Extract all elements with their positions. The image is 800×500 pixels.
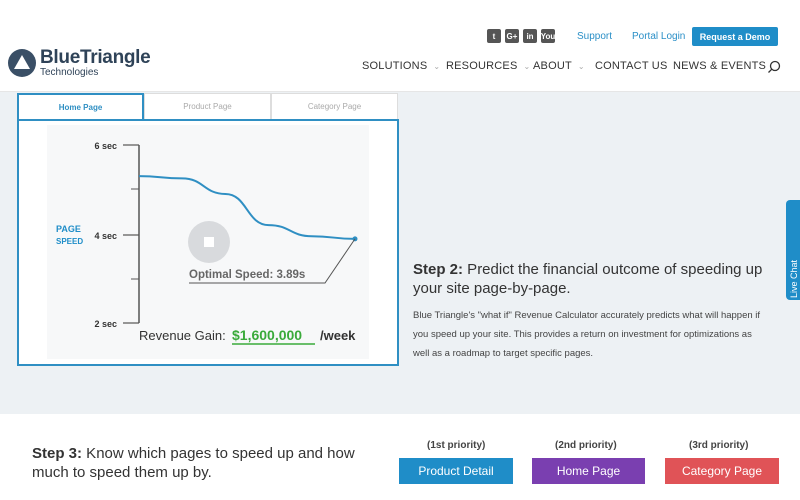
step-2-title: Predict the financial outcome of speedin…	[413, 261, 763, 297]
y-axis-label-sub: SPEED	[56, 237, 83, 246]
tab-product-page[interactable]: Product Page	[144, 93, 271, 120]
google-plus-icon[interactable]: G+	[505, 29, 519, 43]
revenue-unit: /week	[320, 328, 356, 343]
priority-1-button[interactable]: Product Detail	[399, 458, 513, 484]
revenue-calculator-section: Home Page Product Page Category Page 6 s…	[0, 92, 800, 414]
optimal-speed-label: Optimal Speed: 3.89s	[189, 269, 305, 281]
priority-2-label: (2nd priority)	[555, 440, 617, 451]
tick-label: 4 sec	[94, 231, 117, 241]
logo-name: BlueTriangle	[40, 47, 151, 68]
calculator-panel: Home Page Product Page Category Page 6 s…	[17, 92, 399, 366]
triangle-logo-icon	[8, 49, 36, 77]
tick-label: 2 sec	[94, 319, 117, 329]
search-icon[interactable]	[767, 60, 781, 74]
page-tabs: Home Page Product Page Category Page	[17, 93, 399, 120]
site-header: BlueTriangle Technologies t G+ in You Su…	[0, 0, 800, 92]
nav-resources-label: RESOURCES	[446, 60, 518, 72]
chart-area: 6 sec 4 sec 2 sec PAGE SPEED Optimal Spe…	[47, 125, 369, 359]
nav-news-label: NEWS & EVENTS	[673, 60, 767, 72]
nav-solutions-label: SOLUTIONS	[362, 60, 428, 72]
nav-contact-label: CONTACT US	[595, 60, 668, 72]
step-2-body: Blue Triangle's "what if" Revenue Calcul…	[413, 310, 761, 359]
request-demo-button[interactable]: Request a Demo	[692, 27, 778, 46]
portal-login-link[interactable]: Portal Login	[632, 31, 685, 42]
priority-3-label: (3rd priority)	[689, 440, 749, 451]
support-link[interactable]: Support	[577, 31, 612, 42]
priority-3-button[interactable]: Category Page	[665, 458, 779, 484]
step-2-prefix: Step 2:	[413, 261, 464, 278]
y-axis-label: PAGE	[56, 224, 81, 234]
youtube-icon[interactable]: You	[541, 29, 555, 43]
twitter-icon[interactable]: t	[487, 29, 501, 43]
nav-about[interactable]: ABOUT ⌄	[533, 60, 585, 72]
stop-icon	[204, 237, 214, 247]
logo[interactable]: BlueTriangle Technologies	[8, 47, 151, 78]
chevron-down-icon: ⌄	[577, 62, 585, 71]
logo-subtitle: Technologies	[40, 67, 99, 78]
tick-label: 6 sec	[94, 141, 117, 151]
revenue-gain-label: Revenue Gain:	[139, 328, 226, 343]
priorities-section: Step 3: Know which pages to speed up and…	[0, 414, 800, 500]
speed-chart: 6 sec 4 sec 2 sec PAGE SPEED Optimal Spe…	[56, 141, 358, 345]
tab-category-page[interactable]: Category Page	[271, 93, 398, 120]
step-3-heading: Step 3: Know which pages to speed up and…	[32, 444, 377, 482]
priority-1-label: (1st priority)	[427, 440, 486, 451]
live-chat-label: Live Chat	[789, 259, 799, 298]
chevron-down-icon: ⌄	[523, 62, 531, 71]
social-links: t G+ in You	[487, 29, 555, 43]
nav-resources[interactable]: RESOURCES ⌄	[446, 60, 530, 72]
tab-home-page[interactable]: Home Page	[17, 93, 144, 120]
step-2-heading: Step 2: Predict the financial outcome of…	[413, 260, 783, 298]
nav-news-events[interactable]: NEWS & EVENTS	[673, 60, 766, 72]
nav-solutions[interactable]: SOLUTIONS ⌄	[362, 60, 440, 72]
priority-2-button[interactable]: Home Page	[532, 458, 645, 484]
chart-container: 6 sec 4 sec 2 sec PAGE SPEED Optimal Spe…	[17, 119, 399, 366]
revenue-gain-value: $1,600,000	[232, 327, 302, 343]
speed-series-line	[138, 175, 356, 240]
nav-about-label: ABOUT	[533, 60, 572, 72]
step-3-prefix: Step 3:	[32, 445, 83, 462]
linkedin-icon[interactable]: in	[523, 29, 537, 43]
nav-contact-us[interactable]: CONTACT US	[595, 60, 668, 72]
chevron-down-icon: ⌄	[433, 62, 441, 71]
